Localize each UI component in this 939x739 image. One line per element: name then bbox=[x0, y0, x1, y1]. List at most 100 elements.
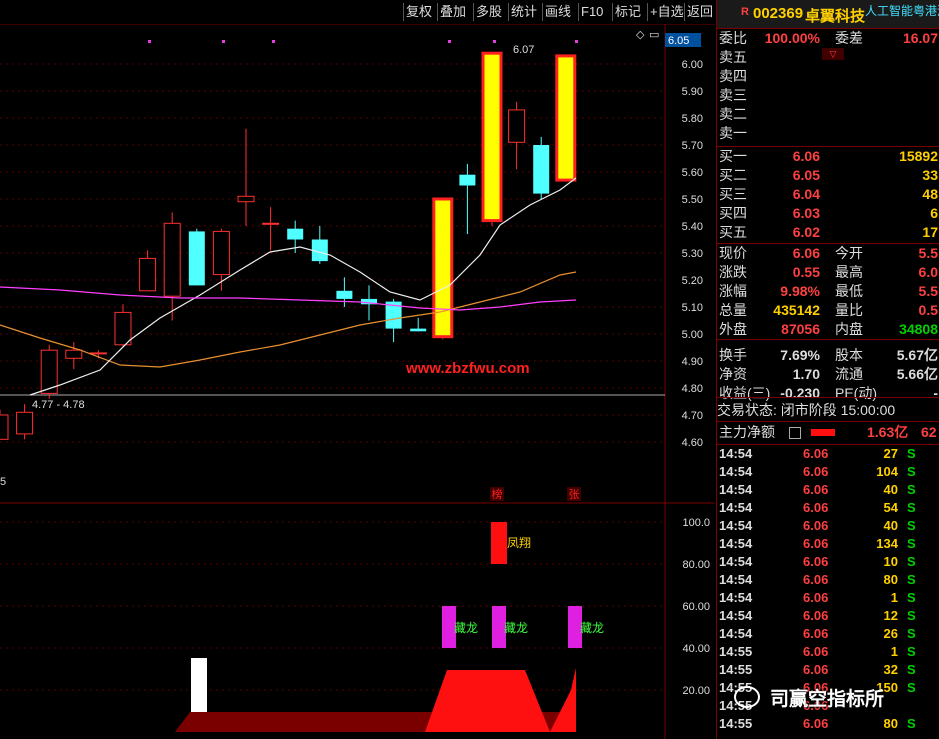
toolbar-button-6[interactable]: 标记 bbox=[612, 3, 643, 21]
down-candle[interactable] bbox=[533, 145, 550, 194]
y-tick-label: 4.90 bbox=[682, 356, 703, 368]
expand-icon[interactable]: ▭ bbox=[649, 28, 659, 41]
toolbar-button-8[interactable]: 返回 bbox=[684, 3, 715, 21]
tick-side: S bbox=[907, 518, 916, 533]
chart-toolbar: 复权 叠加 多股 统计 画线 F10 标记 +自选 返回 bbox=[0, 0, 715, 24]
toolbar-button-0[interactable]: 复权 bbox=[403, 3, 434, 21]
tick-volume: 80 bbox=[883, 572, 898, 587]
tick-volume: 40 bbox=[883, 518, 898, 533]
ask-row: 卖四 bbox=[717, 67, 939, 86]
tick-time: 14:54 bbox=[719, 536, 753, 551]
up-candle[interactable] bbox=[237, 195, 255, 203]
limit-up-candle[interactable] bbox=[432, 197, 454, 339]
ask-label: 卖五 bbox=[719, 49, 747, 65]
stat-label: 净资 bbox=[719, 366, 747, 382]
bid-label: 买二 bbox=[719, 167, 747, 183]
toolbar-button-3[interactable]: 统计 bbox=[508, 3, 539, 21]
site-watermark-text: www.zbzfwu.com bbox=[406, 360, 530, 377]
tick-row: 14:54 6.06 54 S bbox=[717, 499, 939, 517]
y-tick-label: 5.10 bbox=[682, 302, 703, 314]
toolbar-button-1[interactable]: 叠加 bbox=[437, 3, 468, 21]
down-candle[interactable] bbox=[336, 290, 353, 299]
tick-volume: 10 bbox=[883, 554, 898, 569]
tick-row: 14:55 6.06 32 S bbox=[717, 661, 939, 679]
tick-side: S bbox=[907, 554, 916, 569]
down-candle[interactable] bbox=[188, 231, 205, 286]
up-candle[interactable] bbox=[114, 311, 132, 346]
up-candle[interactable] bbox=[163, 222, 181, 297]
stat-row: 净资 1.70 流通 5.66亿 bbox=[717, 365, 939, 384]
stat-label: 总量 bbox=[719, 302, 747, 318]
stat-value-2: 5.5 bbox=[918, 245, 938, 261]
stat-row: 涨幅 9.98% 最低 5.5 bbox=[717, 282, 939, 301]
canglong-label: 藏龙 bbox=[580, 621, 604, 635]
down-candle[interactable] bbox=[410, 328, 427, 332]
up-candle[interactable] bbox=[16, 411, 34, 435]
stat-value-2: 34808 bbox=[899, 321, 938, 337]
y-tick-label: 5.80 bbox=[682, 113, 703, 125]
tick-row: 14:54 6.06 80 S bbox=[717, 571, 939, 589]
ask-label: 卖二 bbox=[719, 106, 747, 122]
tick-time: 14:54 bbox=[719, 626, 753, 641]
down-candle[interactable] bbox=[287, 228, 304, 240]
diamond-icon[interactable]: ◇ bbox=[636, 28, 645, 41]
main-flow-value: 1.63亿 bbox=[867, 424, 909, 440]
concept-tag[interactable]: 人工智能粤港澳 bbox=[865, 2, 939, 19]
bid-price: 6.05 bbox=[792, 167, 820, 183]
tick-price: 6.06 bbox=[803, 482, 829, 497]
toolbar-button-4[interactable]: 画线 bbox=[542, 3, 573, 21]
toolbar-button-2[interactable]: 多股 bbox=[473, 3, 504, 21]
stat-value: 6.06 bbox=[792, 245, 820, 261]
limit-up-candle[interactable] bbox=[481, 51, 503, 223]
toolbar-button-7[interactable]: +自选 bbox=[647, 3, 686, 21]
high-price-label: 6.07 bbox=[513, 44, 534, 56]
limit-up-candle[interactable] bbox=[555, 54, 577, 182]
tick-time: 14:54 bbox=[719, 590, 753, 605]
tick-price: 6.06 bbox=[803, 662, 829, 677]
tick-row: 14:54 6.06 40 S bbox=[717, 481, 939, 499]
up-candle[interactable] bbox=[0, 414, 9, 440]
stat-label: 外盘 bbox=[719, 321, 747, 337]
stat-label-2: 最高 bbox=[835, 264, 863, 280]
tick-price: 6.06 bbox=[803, 518, 829, 533]
stat-row: 总量 435142 量比 0.5 bbox=[717, 301, 939, 320]
down-candle[interactable] bbox=[459, 174, 476, 186]
fengxiang-label: 凤翔 bbox=[507, 536, 531, 550]
signal-dot bbox=[272, 40, 275, 43]
stat-label: 换手 bbox=[719, 347, 747, 363]
toolbar-button-5[interactable]: F10 bbox=[578, 3, 605, 21]
chart-icon[interactable] bbox=[789, 427, 801, 439]
tick-side: S bbox=[907, 446, 916, 461]
bid-volume: 33 bbox=[922, 167, 938, 183]
signal-dot bbox=[148, 40, 151, 43]
sub-tick-label: 80.00 bbox=[682, 559, 710, 571]
tick-row: 14:54 6.06 12 S bbox=[717, 607, 939, 625]
y-tick-label: 5.30 bbox=[682, 248, 703, 260]
up-candle[interactable] bbox=[262, 222, 280, 225]
up-candle[interactable] bbox=[508, 109, 526, 143]
up-candle[interactable] bbox=[139, 257, 157, 292]
bid-row: 买五 6.02 17 bbox=[717, 223, 939, 242]
tick-time: 14:54 bbox=[719, 554, 753, 569]
bid-label: 买五 bbox=[719, 224, 747, 240]
tick-volume: 1 bbox=[890, 644, 898, 659]
y-tick-label: 4.60 bbox=[682, 437, 703, 449]
tick-row: 14:54 6.06 40 S bbox=[717, 517, 939, 535]
up-candle[interactable] bbox=[65, 349, 83, 359]
stat-label-2: 今开 bbox=[835, 245, 863, 261]
up-candle[interactable] bbox=[212, 230, 230, 276]
kline-chart[interactable]: 6.00 5.90 5.80 5.70 5.60 5.50 5.40 5.30 5.20 5.10… bbox=[0, 0, 715, 739]
tick-row: 14:54 6.06 10 S bbox=[717, 553, 939, 571]
stock-header: R 002369 卓翼科技 人工智能粤港澳 bbox=[717, 0, 939, 29]
marker-text: 榜 bbox=[492, 487, 503, 501]
up-candle[interactable] bbox=[89, 352, 107, 355]
stat-label: 现价 bbox=[719, 245, 747, 261]
signal-dot bbox=[448, 40, 451, 43]
sub-tick-label: 60.00 bbox=[682, 601, 710, 613]
tick-price: 6.06 bbox=[803, 500, 829, 515]
stat-label-2: 流通 bbox=[835, 366, 863, 382]
ask-row: 卖二 bbox=[717, 105, 939, 124]
wecha-label: 委差 bbox=[835, 30, 863, 46]
webi-label: 委比 bbox=[719, 30, 747, 46]
tick-row: 14:54 6.06 1 S bbox=[717, 589, 939, 607]
